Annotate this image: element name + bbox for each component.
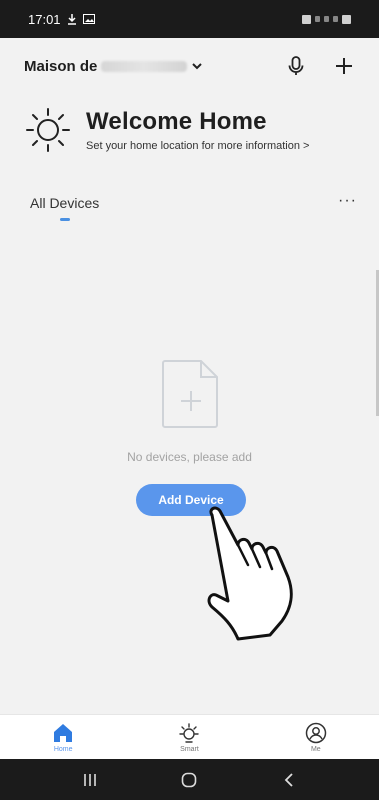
device-tabs: All Devices ···	[0, 190, 379, 230]
set-location-link[interactable]: Set your home location for more informat…	[86, 140, 309, 152]
nav-me-label: Me	[310, 746, 321, 753]
status-bar: 17:01	[0, 0, 379, 38]
plus-icon	[336, 58, 352, 74]
home-name: Maison de	[24, 57, 98, 75]
wifi-icon	[324, 16, 329, 22]
microphone-icon	[288, 56, 304, 75]
empty-state-message: No devices, please add	[127, 450, 252, 464]
home-icon	[54, 724, 73, 742]
nav-smart[interactable]: Smart	[126, 715, 252, 760]
nav-home-label: Home	[53, 746, 73, 753]
sun-icon	[26, 108, 70, 152]
battery-icon	[342, 14, 351, 24]
home-circle-icon	[182, 772, 197, 787]
back-chevron-icon	[284, 772, 293, 787]
nav-smart-label: Smart	[180, 746, 199, 753]
tab-all-devices[interactable]: All Devices	[30, 195, 99, 211]
download-icon	[67, 14, 76, 25]
home-system-button[interactable]	[169, 765, 209, 795]
chevron-down-icon	[192, 63, 203, 70]
smart-sun-icon	[179, 723, 200, 743]
vibrate-icon	[315, 16, 320, 22]
nav-home[interactable]: Home	[0, 715, 126, 760]
voice-button[interactable]	[285, 55, 307, 77]
empty-document-icon	[162, 360, 218, 428]
nav-me[interactable]: Me	[253, 715, 379, 760]
tab-indicator	[60, 218, 70, 221]
profile-icon	[305, 722, 327, 744]
more-options-button[interactable]: ···	[338, 192, 357, 210]
system-nav-bar	[0, 759, 379, 800]
header: Maison de	[0, 38, 379, 94]
home-selector[interactable]: Maison de	[24, 58, 203, 75]
app-screen: Maison de Welcome Home Set your home loc…	[0, 38, 379, 760]
alarm-icon	[302, 14, 311, 24]
home-name-redacted	[101, 60, 188, 72]
pointing-hand-icon	[207, 506, 293, 641]
back-button[interactable]	[269, 765, 309, 795]
status-time: 17:01	[28, 11, 61, 27]
welcome-section: Welcome Home Set your home location for …	[24, 106, 309, 154]
status-icons	[302, 14, 351, 24]
add-button[interactable]	[333, 55, 355, 77]
image-icon	[82, 14, 95, 24]
bottom-nav: Home Smart Me	[0, 714, 379, 760]
welcome-title: Welcome Home	[86, 108, 267, 135]
recent-apps-icon	[84, 773, 96, 786]
recent-apps-button[interactable]	[70, 765, 110, 795]
signal-icon	[333, 16, 338, 22]
